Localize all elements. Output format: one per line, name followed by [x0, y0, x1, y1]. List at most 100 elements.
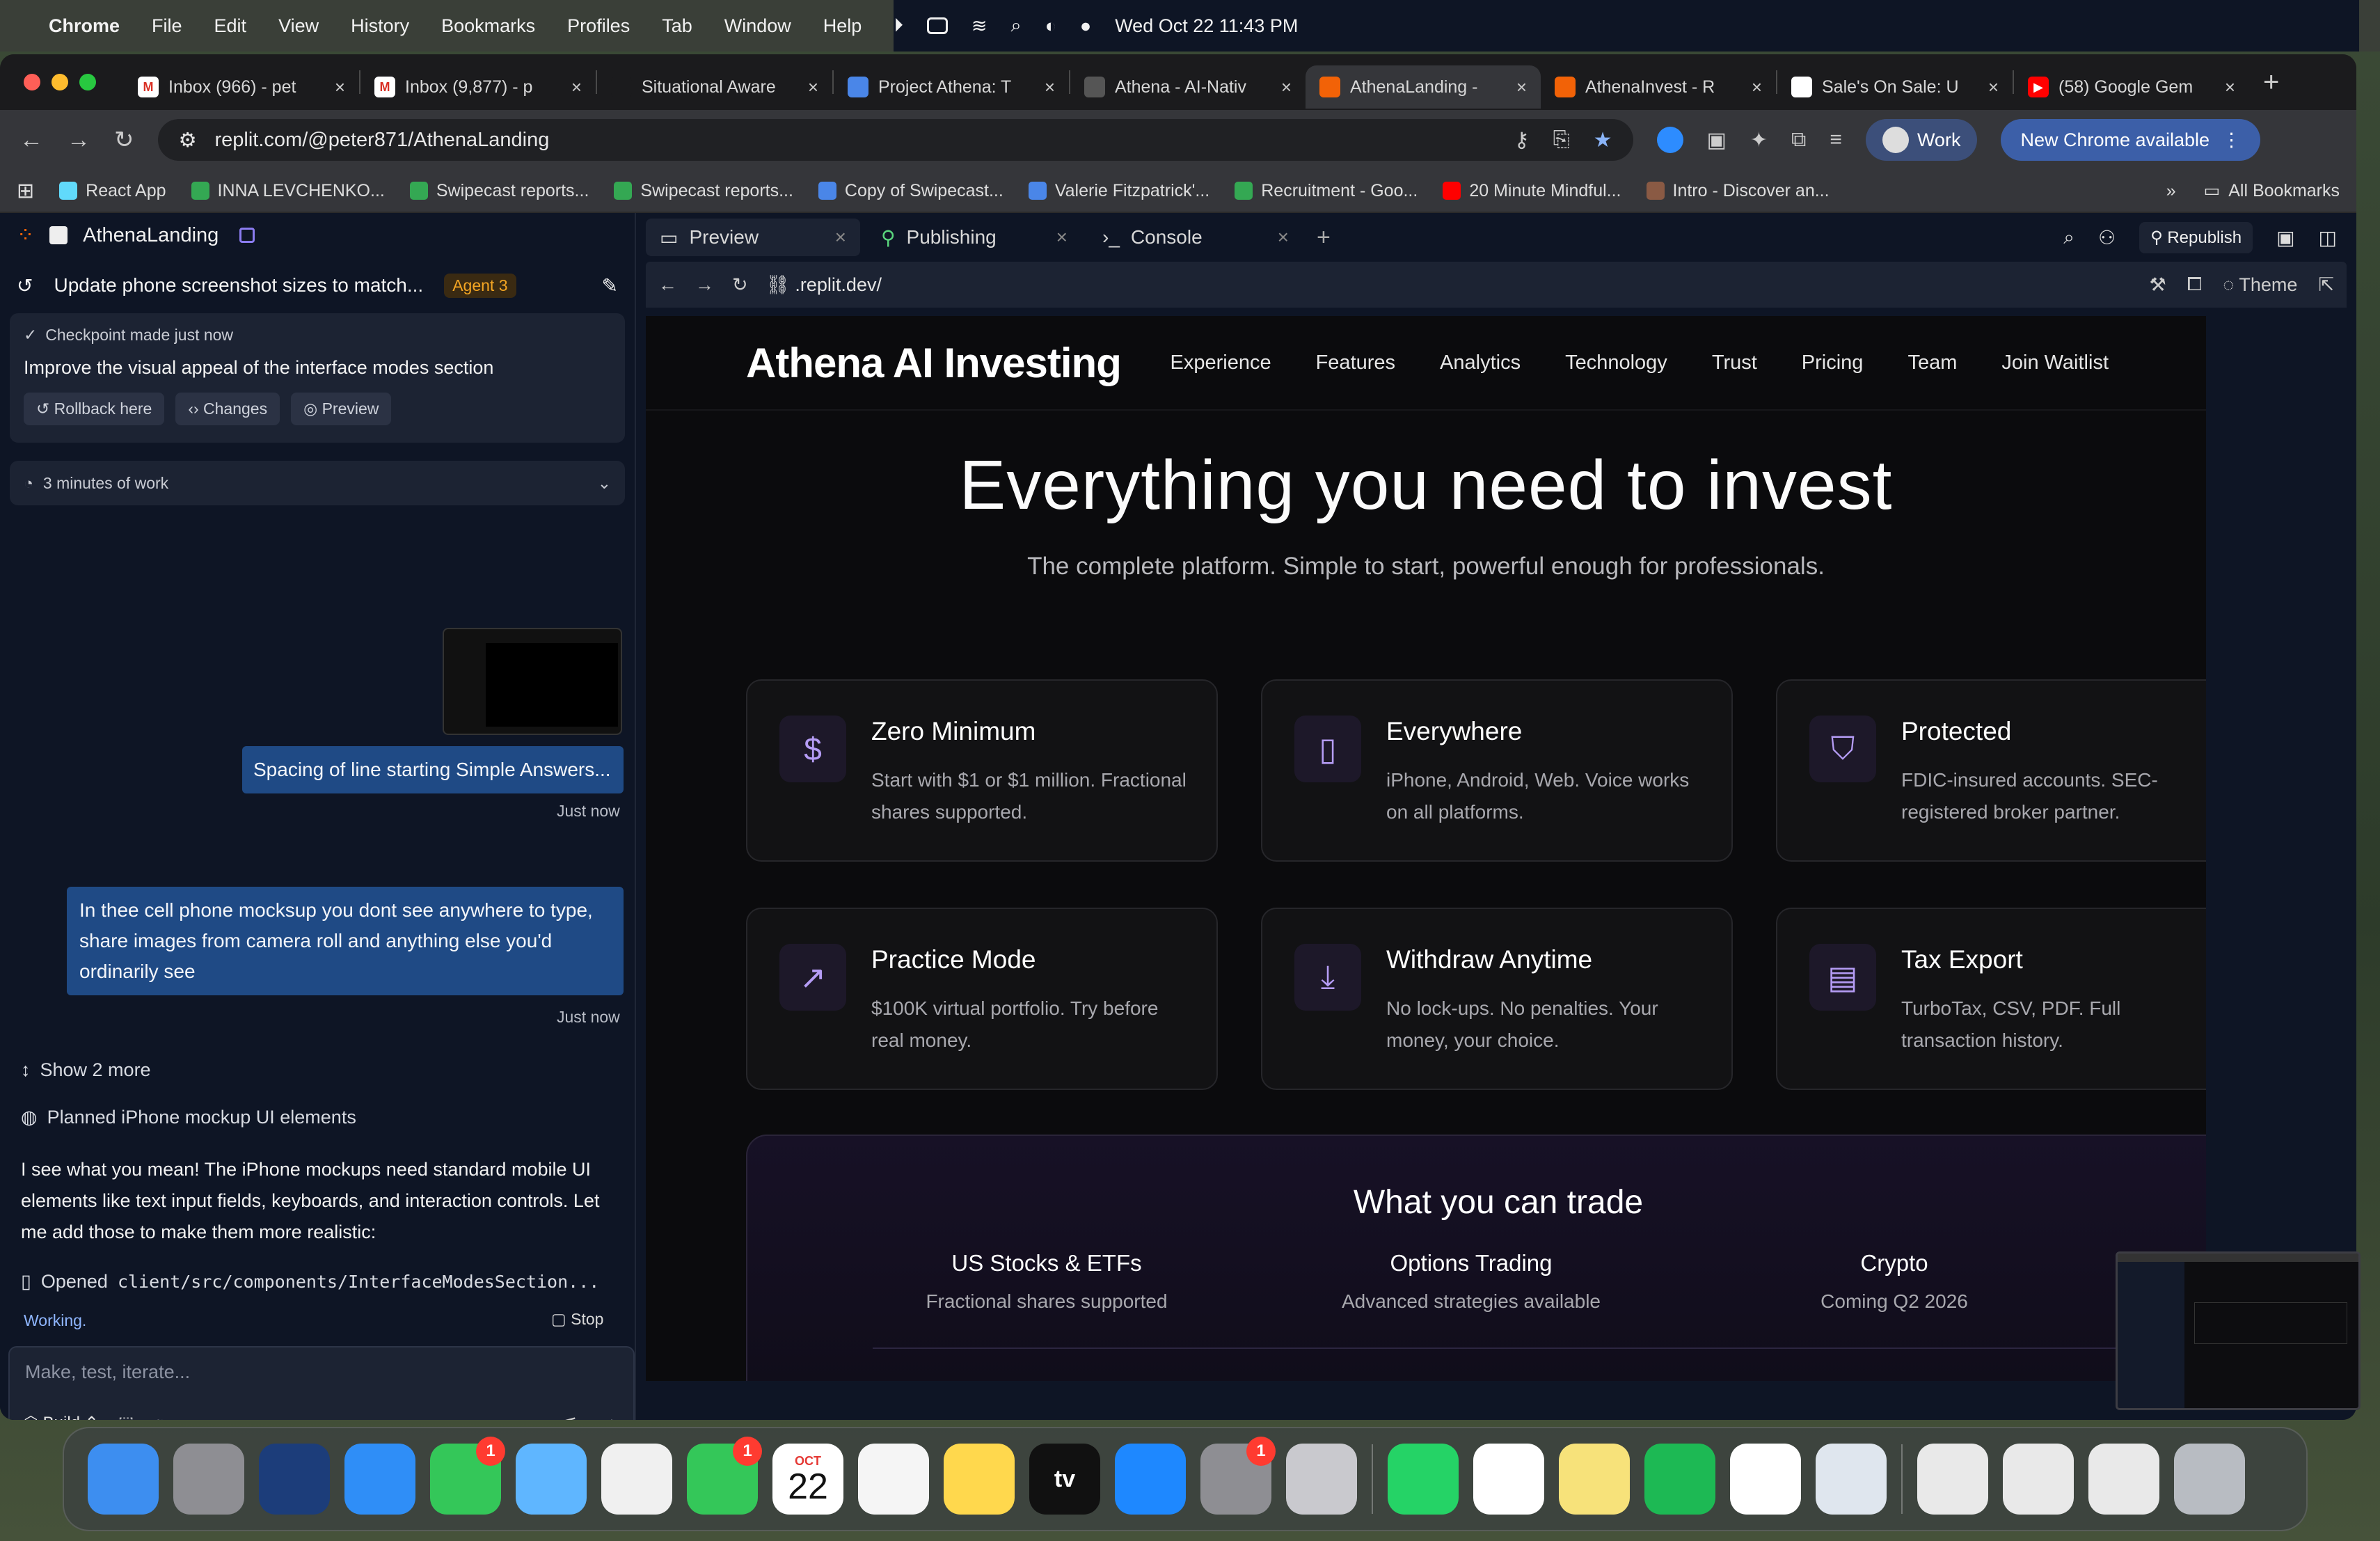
- close-tab-icon[interactable]: ×: [335, 77, 345, 98]
- open-external-icon[interactable]: ⇱: [2318, 274, 2334, 296]
- messages-icon[interactable]: 1: [430, 1437, 505, 1515]
- menu-bookmarks[interactable]: Bookmarks: [441, 15, 535, 37]
- spotlight-search-icon[interactable]: ⌕: [1010, 15, 1021, 37]
- battery-icon[interactable]: [926, 17, 948, 34]
- bookmark-item[interactable]: Valerie Fitzpatrick'...: [1028, 181, 1209, 201]
- spotify-icon[interactable]: [1644, 1444, 1715, 1515]
- close-window-button[interactable]: [24, 74, 40, 90]
- history-icon[interactable]: ↺: [17, 274, 33, 297]
- menu-profiles[interactable]: Profiles: [567, 15, 630, 37]
- bookmark-item[interactable]: Swipecast reports...: [614, 181, 793, 201]
- browser-tab-1[interactable]: M Inbox (9,877) - p ×: [360, 65, 596, 109]
- reading-list-icon[interactable]: ≡: [1830, 128, 1842, 152]
- bookmark-item[interactable]: INNA LEVCHENKO...: [191, 181, 385, 201]
- slack-icon[interactable]: [1473, 1444, 1544, 1515]
- new-chrome-available-button[interactable]: New Chrome available ⋮: [2001, 119, 2261, 161]
- send-arrow-icon[interactable]: ↑: [607, 1413, 617, 1420]
- menubar-clock[interactable]: Wed Oct 22 11:43 PM: [1115, 15, 1298, 37]
- nav-link-join-waitlist[interactable]: Join Waitlist: [2001, 351, 2109, 374]
- screenshot-attachment[interactable]: [443, 628, 622, 735]
- extensions-puzzle-icon[interactable]: ✦: [1750, 128, 1768, 152]
- browser-tab-5[interactable]: AthenaLanding - ×: [1306, 65, 1541, 109]
- minimize-window-button[interactable]: [51, 74, 68, 90]
- tab-preview[interactable]: ▭ Preview ×: [646, 219, 860, 256]
- browser-tab-3[interactable]: Project Athena: T ×: [834, 65, 1069, 109]
- browser-tab-8[interactable]: ▶ (58) Google Gem ×: [2014, 65, 2249, 109]
- close-tab-icon[interactable]: ×: [835, 226, 846, 248]
- play-status-icon[interactable]: ⏵: [894, 15, 903, 37]
- menu-app-name[interactable]: Chrome: [49, 15, 120, 37]
- settings-sliders-icon[interactable]: ⚟: [562, 1413, 579, 1420]
- preview-icon[interactable]: [1816, 1444, 1887, 1515]
- devtools-wrench-icon[interactable]: ⚒: [2149, 274, 2166, 296]
- attach-icon[interactable]: ⌀: [153, 1413, 163, 1420]
- bookmark-item[interactable]: 20 Minute Mindful...: [1443, 181, 1621, 201]
- close-tab-icon[interactable]: ×: [1045, 77, 1055, 98]
- extension-icon[interactable]: ▣: [1707, 128, 1727, 152]
- password-key-icon[interactable]: ⚷: [1514, 128, 1530, 152]
- new-tab-button[interactable]: +: [2263, 67, 2279, 98]
- more-bookmarks-icon[interactable]: »: [2166, 181, 2176, 201]
- thread-title[interactable]: Update phone screenshot sizes to match..…: [54, 274, 423, 297]
- address-bar[interactable]: ⚙ replit.com/@peter871/AthenaLanding ⚷ ⎘…: [157, 119, 1633, 161]
- agent-badge[interactable]: Agent 3: [444, 273, 516, 298]
- site-info-icon[interactable]: ⚙: [179, 128, 197, 152]
- trash-icon[interactable]: [2174, 1444, 2245, 1515]
- close-tab-icon[interactable]: ×: [1278, 226, 1289, 248]
- invite-user-icon[interactable]: ⚇: [2098, 226, 2116, 249]
- build-mode-button[interactable]: ⬡ Build ⌃: [24, 1413, 99, 1420]
- app-store-icon[interactable]: [1115, 1444, 1186, 1515]
- theme-button[interactable]: ◌ Theme: [2223, 274, 2297, 296]
- new-chat-icon[interactable]: ✎: [602, 274, 618, 297]
- screen-recording-thumbnail[interactable]: [2116, 1251, 2361, 1410]
- republish-button[interactable]: ⚲ Republish: [2139, 221, 2253, 253]
- zoom-extension-icon[interactable]: [1656, 127, 1683, 153]
- browser-tab-6[interactable]: AthenaInvest - R ×: [1541, 65, 1776, 109]
- close-tab-icon[interactable]: ×: [808, 77, 818, 98]
- all-bookmarks-folder[interactable]: ▭ All Bookmarks: [2204, 180, 2340, 201]
- planned-step[interactable]: ◍ Planned iPhone mockup UI elements: [21, 1107, 356, 1128]
- nav-link-analytics[interactable]: Analytics: [1440, 351, 1521, 374]
- launchpad-icon[interactable]: [173, 1444, 244, 1515]
- bookmark-item[interactable]: Swipecast reports...: [409, 181, 589, 201]
- split-pane-icon[interactable]: ◫: [2319, 226, 2337, 249]
- tab-publishing[interactable]: ⚲ Publishing ×: [867, 219, 1081, 256]
- install-app-icon[interactable]: ⎘: [1553, 128, 1570, 152]
- bookmark-item[interactable]: Copy of Swipecast...: [818, 181, 1003, 201]
- close-tab-icon[interactable]: ×: [1516, 77, 1527, 98]
- device-icon[interactable]: ⧠: [2187, 274, 2203, 296]
- safari-icon[interactable]: [344, 1444, 415, 1515]
- changes-button[interactable]: ‹› Changes: [175, 393, 280, 425]
- nav-link-technology[interactable]: Technology: [1565, 351, 1667, 374]
- select-element-icon[interactable]: ⬚: [118, 1413, 134, 1420]
- wifi-icon[interactable]: ≋: [971, 15, 987, 37]
- close-tab-icon[interactable]: ×: [1281, 77, 1292, 98]
- spark-mail-icon[interactable]: [259, 1444, 330, 1515]
- zoom-window-button[interactable]: [79, 74, 96, 90]
- work-duration-toggle[interactable]: ◔ 3 minutes of work ⌄: [10, 461, 625, 505]
- show-more-button[interactable]: ↕ Show 2 more: [21, 1059, 151, 1081]
- add-tab-icon[interactable]: +: [1317, 224, 1331, 251]
- back-button[interactable]: ←: [19, 127, 43, 154]
- browser-tab-7[interactable]: Sale's On Sale: U ×: [1777, 65, 2013, 109]
- forward-button[interactable]: →: [67, 127, 90, 154]
- control-center-icon[interactable]: ◐: [1045, 15, 1056, 37]
- close-tab-icon[interactable]: ×: [2225, 77, 2235, 98]
- nav-link-team[interactable]: Team: [1907, 351, 1957, 374]
- nav-link-experience[interactable]: Experience: [1171, 351, 1271, 374]
- menu-file[interactable]: File: [152, 15, 182, 37]
- nav-link-trust[interactable]: Trust: [1712, 351, 1757, 374]
- bookmark-item[interactable]: Recruitment - Goo...: [1235, 181, 1418, 201]
- menu-window[interactable]: Window: [724, 15, 791, 37]
- search-icon[interactable]: ⌕: [2063, 226, 2074, 249]
- bookmark-star-icon[interactable]: ★: [1594, 128, 1612, 152]
- project-name[interactable]: AthenaLanding: [83, 224, 219, 247]
- apple-tv-icon[interactable]: tv: [1029, 1444, 1100, 1515]
- preview-back-button[interactable]: ←: [658, 274, 677, 296]
- agent-input[interactable]: Make, test, iterate... ⬡ Build ⌃ ⬚ ⌀ ⚟ ↑: [8, 1346, 635, 1420]
- menu-edit[interactable]: Edit: [214, 15, 247, 37]
- browser-tab-0[interactable]: M Inbox (966) - pet ×: [124, 65, 359, 109]
- menu-view[interactable]: View: [278, 15, 319, 37]
- iphone-mirroring-icon[interactable]: [1286, 1444, 1357, 1515]
- site-logo[interactable]: Athena AI Investing: [746, 339, 1122, 387]
